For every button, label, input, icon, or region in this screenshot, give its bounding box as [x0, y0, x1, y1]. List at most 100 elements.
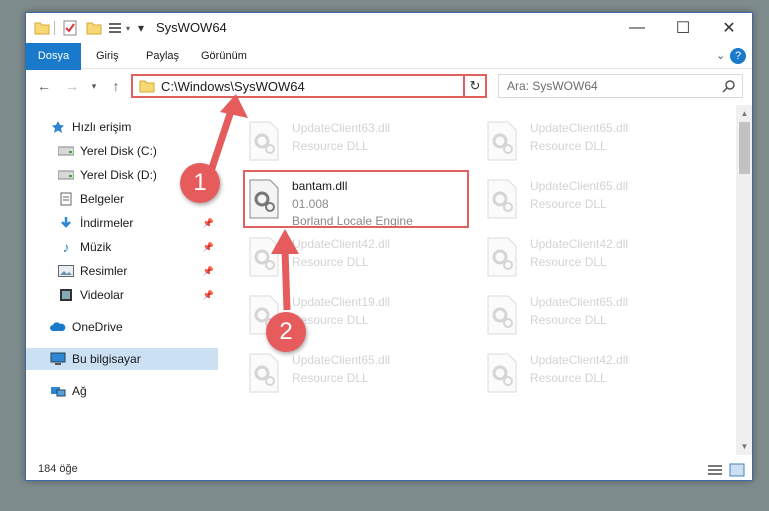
help-icon[interactable]: ?	[730, 48, 746, 64]
scroll-down-icon[interactable]: ▼	[736, 438, 752, 455]
item-count: 184 öğe	[38, 463, 78, 475]
pin-icon[interactable]: 📌	[203, 242, 214, 253]
file-item[interactable]: UpdateClient65.dll Resource DLL	[482, 115, 702, 169]
tab-view[interactable]: Görünüm	[191, 43, 257, 69]
star-icon	[50, 119, 66, 135]
file-item[interactable]: UpdateClient65.dll Resource DLL	[244, 347, 464, 401]
large-icons-view-icon[interactable]	[729, 463, 745, 477]
scroll-thumb[interactable]	[739, 122, 750, 174]
refresh-button[interactable]: ↻	[463, 74, 487, 98]
up-button[interactable]: ↑	[106, 76, 126, 96]
file-description: Resource DLL	[530, 313, 607, 327]
nav-downloads[interactable]: İndirmeler 📌	[26, 212, 218, 234]
cloud-icon	[50, 319, 66, 335]
step-marker-1: 1	[180, 163, 220, 203]
file-list: UpdateClient63.dll Resource DLL bantam.d…	[226, 105, 736, 455]
navigation-bar: ← → ▾ ↑ C:\Windows\SysWOW64 ⌄ ↻ Ara: Sys…	[26, 70, 752, 102]
nav-local-disk-c[interactable]: Yerel Disk (C:)	[26, 140, 218, 162]
nav-label: OneDrive	[72, 320, 123, 334]
explorer-window: ▾ ▾ SysWOW64 — ☐ ✕ Dosya Giriş Paylaş Gö…	[25, 12, 753, 481]
dll-file-icon	[249, 121, 279, 161]
music-icon: ♪	[62, 239, 70, 255]
nav-music[interactable]: ♪ Müzik 📌	[26, 236, 218, 258]
search-icon	[722, 80, 735, 93]
file-name: UpdateClient65.dll	[530, 295, 629, 309]
nav-videos[interactable]: Videolar 📌	[26, 284, 218, 306]
vertical-scrollbar[interactable]: ▲ ▼	[736, 105, 752, 455]
nav-pictures[interactable]: Resimler 📌	[26, 260, 218, 282]
nav-label: Resimler	[80, 264, 128, 278]
download-icon	[58, 215, 74, 231]
pin-icon[interactable]: 📌	[203, 218, 214, 229]
file-description: Resource DLL	[530, 139, 607, 153]
nav-label: Müzik	[80, 240, 112, 254]
search-placeholder: Ara: SysWOW64	[507, 79, 598, 93]
scroll-up-icon[interactable]: ▲	[736, 105, 752, 122]
file-description: Resource DLL	[292, 371, 369, 385]
minimize-button[interactable]: —	[614, 13, 660, 43]
file-item[interactable]: UpdateClient63.dll Resource DLL	[244, 115, 464, 169]
videos-icon	[58, 287, 74, 303]
ribbon-tabs: Dosya Giriş Paylaş Görünüm ⌄ ?	[26, 43, 752, 97]
quick-access-menu-icon[interactable]: ▾	[138, 20, 144, 36]
dll-file-icon	[487, 121, 517, 161]
file-name: UpdateClient42.dll	[292, 237, 391, 251]
close-button[interactable]: ✕	[706, 13, 752, 43]
address-bar[interactable]: C:\Windows\SysWOW64 ⌄	[131, 74, 486, 98]
nav-label: Yerel Disk (D:)	[80, 168, 157, 182]
file-item[interactable]: UpdateClient42.dll Resource DLL	[482, 231, 702, 285]
nav-label: Belgeler	[80, 192, 125, 206]
drive-icon	[58, 143, 74, 159]
details-view-icon[interactable]	[707, 463, 723, 477]
tab-share[interactable]: Paylaş	[136, 43, 189, 69]
new-folder-icon[interactable]	[86, 20, 102, 36]
nav-label: Yerel Disk (C:)	[80, 144, 157, 158]
dll-file-icon	[487, 237, 517, 277]
recent-locations-icon[interactable]: ▾	[84, 76, 104, 96]
nav-label: Bu bilgisayar	[72, 352, 141, 366]
window-title: SysWOW64	[156, 20, 227, 35]
properties-icon[interactable]	[62, 20, 78, 36]
file-name: UpdateClient63.dll	[292, 121, 391, 135]
nav-label: Hızlı erişim	[72, 120, 132, 134]
documents-icon	[58, 191, 74, 207]
file-name: UpdateClient42.dll	[530, 237, 629, 251]
nav-onedrive[interactable]: OneDrive	[26, 316, 218, 338]
file-name: UpdateClient65.dll	[292, 353, 391, 367]
file-name: UpdateClient19.dll	[292, 295, 391, 309]
tab-home[interactable]: Giriş	[86, 43, 129, 69]
back-button[interactable]: ←	[34, 76, 54, 96]
dll-file-icon	[249, 353, 279, 393]
pictures-icon	[58, 263, 74, 279]
nav-quick-access[interactable]: Hızlı erişim	[26, 116, 218, 138]
drive-icon	[58, 167, 74, 183]
step-marker-2: 2	[266, 312, 306, 352]
file-item[interactable]: UpdateClient42.dll Resource DLL	[482, 347, 702, 401]
nav-network[interactable]: Ağ	[26, 380, 218, 402]
computer-icon	[50, 351, 66, 367]
file-item[interactable]: UpdateClient65.dll Resource DLL	[482, 289, 702, 343]
dropdown-arrow-icon[interactable]: ▾	[126, 20, 130, 36]
file-description: Resource DLL	[530, 371, 607, 385]
folder-icon[interactable]	[34, 20, 50, 36]
nav-label: Videolar	[80, 288, 124, 302]
nav-label: İndirmeler	[80, 216, 134, 230]
pin-icon[interactable]: 📌	[203, 266, 214, 277]
search-input[interactable]: Ara: SysWOW64	[498, 74, 743, 98]
dll-file-icon	[487, 353, 517, 393]
title-bar: ▾ ▾ SysWOW64 — ☐ ✕	[26, 13, 752, 43]
customize-toolbar-icon[interactable]	[108, 20, 122, 36]
file-item[interactable]: UpdateClient42.dll Resource DLL	[244, 231, 464, 285]
file-description: Resource DLL	[530, 255, 607, 269]
forward-button[interactable]: →	[62, 76, 82, 96]
network-icon	[50, 383, 66, 399]
nav-this-pc[interactable]: Bu bilgisayar	[26, 348, 218, 370]
status-bar: 184 öğe	[26, 459, 752, 480]
maximize-button[interactable]: ☐	[660, 13, 706, 43]
dll-file-icon	[249, 237, 279, 277]
nav-label: Ağ	[72, 384, 87, 398]
file-item[interactable]: UpdateClient65.dll Resource DLL	[482, 173, 702, 227]
file-name: UpdateClient42.dll	[530, 353, 629, 367]
file-name: UpdateClient65.dll	[530, 179, 629, 193]
pin-icon[interactable]: 📌	[203, 290, 214, 301]
